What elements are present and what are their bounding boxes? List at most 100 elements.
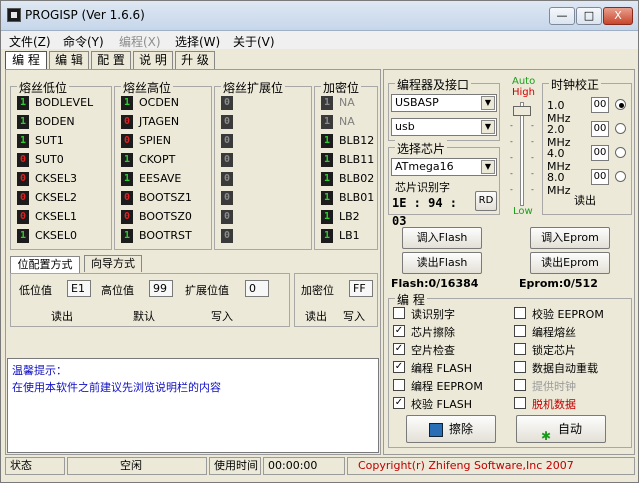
tab-program[interactable]: 编 程 — [5, 51, 47, 70]
fuse-high-bit[interactable]: 1 — [121, 172, 133, 186]
lock-bit[interactable]: 1 — [321, 210, 333, 224]
checkbox-label: 锁定芯片 — [532, 344, 576, 357]
high-value-field[interactable]: 99 — [149, 280, 173, 297]
auto-button[interactable]: ✱ 自动 — [516, 415, 606, 443]
read-id-button[interactable]: RD — [475, 191, 497, 211]
checkbox[interactable] — [514, 397, 526, 409]
clock-radio[interactable] — [615, 171, 626, 182]
fuse-write-button[interactable]: 写入 — [211, 308, 233, 324]
lock-write-button[interactable]: 写入 — [343, 308, 365, 324]
close-button[interactable]: X — [603, 7, 633, 25]
clock-cal-value[interactable]: 00 — [591, 169, 609, 185]
fuse-ext-bit[interactable]: 0 — [221, 134, 233, 148]
tab-upgrade[interactable]: 升 级 — [175, 51, 215, 69]
fuse-default-button[interactable]: 默认 — [133, 308, 155, 324]
tab-config[interactable]: 配 置 — [91, 51, 131, 69]
fuse-high-bit[interactable]: 0 — [121, 191, 133, 205]
checkbox[interactable]: ✓ — [393, 343, 405, 355]
tips-text: 在使用本软件之前建议先浏览说明栏的内容 — [12, 381, 221, 394]
fuse-high-bit[interactable]: 0 — [121, 210, 133, 224]
menu-select[interactable]: 选择(W) — [175, 33, 220, 50]
maximize-button[interactable]: □ — [576, 7, 602, 25]
fuse-high-bit[interactable]: 1 — [121, 96, 133, 110]
fuse-high-bit[interactable]: 1 — [121, 229, 133, 243]
speed-slider-track[interactable] — [520, 102, 524, 206]
fuse-low-bit[interactable]: 1 — [17, 96, 29, 110]
subtab-wizard[interactable]: 向导方式 — [84, 255, 142, 272]
clock-radio[interactable] — [615, 99, 626, 110]
tips-title: 温馨提示： — [12, 364, 67, 377]
lock-bit[interactable]: 1 — [321, 115, 333, 129]
checkbox[interactable] — [514, 307, 526, 319]
checkbox-label: 编程熔丝 — [532, 326, 576, 339]
menu-about[interactable]: 关于(V) — [233, 33, 275, 50]
lock-bit[interactable]: 1 — [321, 172, 333, 186]
read-flash-button[interactable]: 读出Flash — [402, 252, 482, 274]
checkbox[interactable]: ✓ — [393, 325, 405, 337]
clock-radio[interactable] — [615, 123, 626, 134]
clock-read-button[interactable]: 读出 — [574, 192, 596, 208]
fuse-low-label: CKSEL2 — [35, 191, 77, 204]
fuse-low-bit[interactable]: 1 — [17, 115, 29, 129]
erase-button[interactable]: 擦除 — [406, 415, 496, 443]
lock-bit[interactable]: 1 — [321, 96, 333, 110]
menu-file[interactable]: 文件(Z) — [9, 33, 51, 50]
fuse-high-bit[interactable]: 1 — [121, 153, 133, 167]
checkbox[interactable]: ✓ — [393, 361, 405, 373]
fuse-low-bit[interactable]: 1 — [17, 134, 29, 148]
fuse-ext-bit[interactable]: 0 — [221, 96, 233, 110]
fuse-high-bit[interactable]: 0 — [121, 134, 133, 148]
lock-read-button[interactable]: 读出 — [305, 308, 327, 324]
port-select[interactable]: usb ▼ — [391, 118, 497, 136]
lock-bit[interactable]: 1 — [321, 134, 333, 148]
checkbox[interactable] — [514, 325, 526, 337]
tab-edit[interactable]: 编 辑 — [49, 51, 89, 69]
dropdown-arrow-icon: ▼ — [481, 96, 495, 110]
fuse-ext-bit[interactable]: 0 — [221, 115, 233, 129]
fuse-low-bit[interactable]: 0 — [17, 172, 29, 186]
fuse-low-bit[interactable]: 1 — [17, 229, 29, 243]
fuse-ext-bit[interactable]: 0 — [221, 153, 233, 167]
load-flash-button[interactable]: 调入Flash — [402, 227, 482, 249]
checkbox[interactable] — [514, 361, 526, 373]
checkbox[interactable] — [393, 307, 405, 319]
lock-bit[interactable]: 1 — [321, 153, 333, 167]
low-value-field[interactable]: E1 — [67, 280, 91, 297]
read-eprom-button[interactable]: 读出Eprom — [530, 252, 610, 274]
tab-help[interactable]: 说 明 — [133, 51, 173, 69]
programmer-select[interactable]: USBASP ▼ — [391, 94, 497, 112]
ext-value-field[interactable]: 0 — [245, 280, 269, 297]
fuse-ext-bit[interactable]: 0 — [221, 210, 233, 224]
menu-program[interactable]: 编程(X) — [119, 33, 161, 50]
clock-radio[interactable] — [615, 147, 626, 158]
checkbox[interactable] — [514, 343, 526, 355]
subtab-bit-config[interactable]: 位配置方式 — [10, 256, 80, 273]
clock-cal-value[interactable]: 00 — [591, 145, 609, 161]
checkbox[interactable] — [514, 379, 526, 391]
clock-title: 时钟校正 — [549, 76, 602, 93]
chip-title: 选择芯片 — [395, 140, 448, 157]
fuse-ext-bit[interactable]: 0 — [221, 229, 233, 243]
load-eprom-button[interactable]: 调入Eprom — [530, 227, 610, 249]
minimize-button[interactable]: — — [549, 7, 575, 25]
clock-cal-value[interactable]: 00 — [591, 97, 609, 113]
checkbox[interactable] — [393, 379, 405, 391]
speed-slider-thumb[interactable] — [513, 106, 531, 116]
fuse-read-button[interactable]: 读出 — [51, 308, 73, 324]
fuse-ext-bit[interactable]: 0 — [221, 191, 233, 205]
lock-label: LB2 — [339, 210, 360, 223]
chip-id-title: 芯片识别字 — [395, 181, 450, 194]
fuse-low-bit[interactable]: 0 — [17, 191, 29, 205]
fuse-low-bit[interactable]: 0 — [17, 153, 29, 167]
fuse-high-bit[interactable]: 0 — [121, 115, 133, 129]
checkbox[interactable]: ✓ — [393, 397, 405, 409]
lock-value-field[interactable]: FF — [349, 280, 373, 297]
eprom-info: Eprom:0/512 — [519, 277, 598, 290]
lock-bit[interactable]: 1 — [321, 191, 333, 205]
clock-cal-value[interactable]: 00 — [591, 121, 609, 137]
menu-command[interactable]: 命令(Y) — [63, 33, 104, 50]
chip-select[interactable]: ATmega16 ▼ — [391, 158, 497, 176]
fuse-ext-bit[interactable]: 0 — [221, 172, 233, 186]
lock-bit[interactable]: 1 — [321, 229, 333, 243]
fuse-low-bit[interactable]: 0 — [17, 210, 29, 224]
